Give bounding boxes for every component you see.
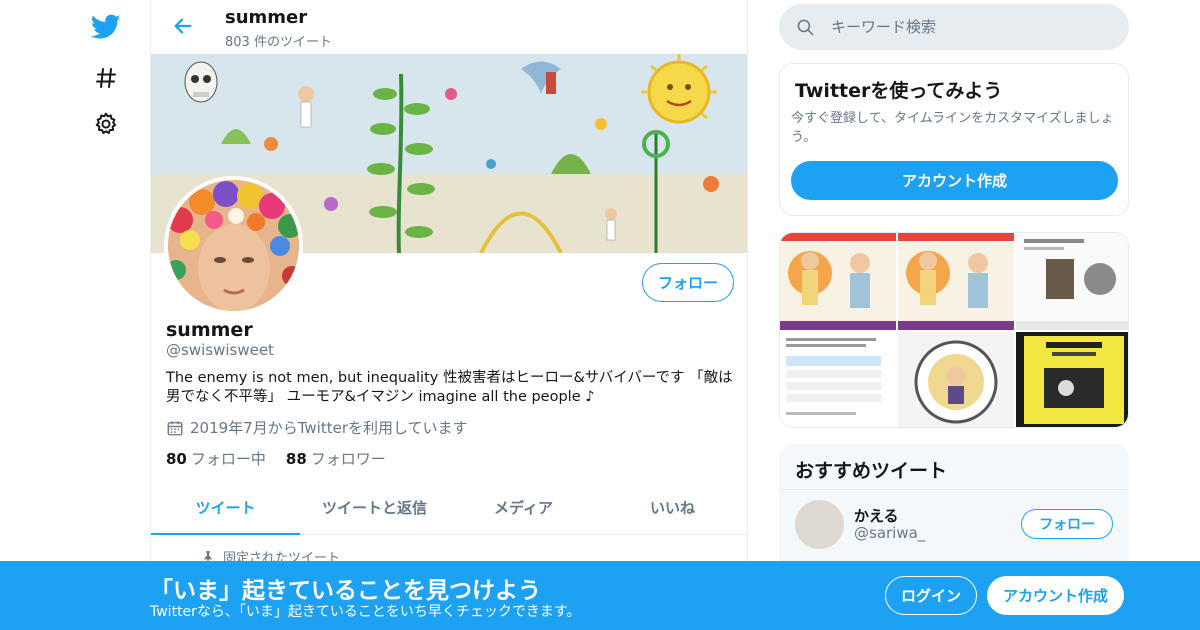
- following-label: フォロー中: [190, 450, 266, 468]
- followers-label: フォロワー: [310, 450, 386, 468]
- search-input[interactable]: [831, 18, 1111, 36]
- media-grid: [779, 232, 1129, 428]
- profile-header-bar: summer 803 件のツイート: [151, 0, 749, 53]
- back-button[interactable]: [167, 10, 199, 42]
- explore-button[interactable]: [88, 60, 124, 96]
- avatar[interactable]: [795, 500, 844, 549]
- media-thumbnail[interactable]: [1016, 233, 1128, 330]
- twitter-bird-icon: [91, 14, 121, 39]
- login-button[interactable]: ログイン: [885, 576, 977, 615]
- left-nav: [0, 0, 150, 630]
- signup-card: Twitterを使ってみよう 今すぐ登録して、タイムラインをカスタマイズしましょ…: [779, 63, 1129, 216]
- media-image: [780, 233, 896, 330]
- tab-likes[interactable]: いいね: [598, 481, 747, 534]
- search-bar: [779, 4, 1129, 50]
- signup-banner-title: 「いま」起きていることを見つけよう: [150, 578, 541, 604]
- recommended-user-name[interactable]: かえる: [854, 505, 899, 526]
- media-thumbnail[interactable]: [1016, 332, 1128, 427]
- signup-button[interactable]: アカウント作成: [987, 576, 1124, 615]
- profile-tabs: ツイート ツイートと返信 メディア いいね: [151, 481, 747, 535]
- profile-avatar[interactable]: [164, 176, 303, 315]
- media-image: [1016, 332, 1128, 427]
- tab-tweets-and-replies[interactable]: ツイートと返信: [300, 481, 449, 534]
- profile-bio: The enemy is not men, but inequality 性被害…: [166, 370, 733, 405]
- divider: [779, 489, 1129, 490]
- signup-banner-subtitle: Twitterなら、「いま」起きていることをいち早くチェックできます。: [150, 604, 581, 620]
- signup-card-title: Twitterを使ってみよう: [795, 80, 1003, 102]
- profile-handle: @swiswisweet: [166, 341, 274, 359]
- tab-media[interactable]: メディア: [449, 481, 598, 534]
- media-image: [898, 233, 1014, 330]
- tab-tweets[interactable]: ツイート: [151, 481, 300, 535]
- media-thumbnail[interactable]: [780, 332, 896, 427]
- recommended-follow-button[interactable]: フォロー: [1021, 509, 1113, 539]
- back-arrow-icon: [174, 18, 192, 34]
- signup-banner: 「いま」起きていることを見つけよう Twitterなら、「いま」起きていることを…: [0, 561, 1200, 630]
- media-thumbnail[interactable]: [898, 233, 1014, 330]
- profile-name: summer: [166, 319, 253, 341]
- signup-card-button[interactable]: アカウント作成: [791, 161, 1118, 200]
- media-image: [898, 332, 1014, 427]
- profile-column: summer 803 件のツイート フォロー summer @swiswiswe…: [150, 0, 748, 630]
- settings-button[interactable]: [88, 106, 124, 142]
- search-icon: [797, 19, 814, 35]
- media-thumbnail[interactable]: [898, 332, 1014, 427]
- media-thumbnail[interactable]: [780, 233, 896, 330]
- avatar-image: [168, 180, 299, 311]
- signup-card-description: 今すぐ登録して、タイムラインをカスタマイズしましょう。: [791, 111, 1114, 145]
- header-tweet-count: 803 件のツイート: [225, 35, 332, 50]
- joined-text: 2019年7月からTwitterを利用しています: [190, 419, 468, 437]
- following-link[interactable]: 80 フォロー中: [166, 448, 266, 469]
- follow-button[interactable]: フォロー: [642, 263, 734, 302]
- media-image: [780, 332, 896, 427]
- twitter-home-button[interactable]: [88, 9, 124, 45]
- header-name: summer: [225, 7, 308, 28]
- recommended-user-handle: @sariwa_: [854, 524, 926, 542]
- followers-link[interactable]: 88 フォロワー: [286, 448, 386, 469]
- gear-icon: [95, 112, 117, 134]
- profile-joined: 2019年7月からTwitterを利用しています: [166, 417, 468, 438]
- profile-stats: 80 フォロー中 88 フォロワー: [166, 448, 386, 469]
- media-image: [1016, 233, 1128, 330]
- following-count: 80: [166, 450, 187, 468]
- recommended-title: おすすめツイート: [795, 460, 948, 482]
- followers-count: 88: [285, 450, 307, 468]
- calendar-icon: [167, 420, 183, 435]
- hashtag-icon: [96, 68, 116, 88]
